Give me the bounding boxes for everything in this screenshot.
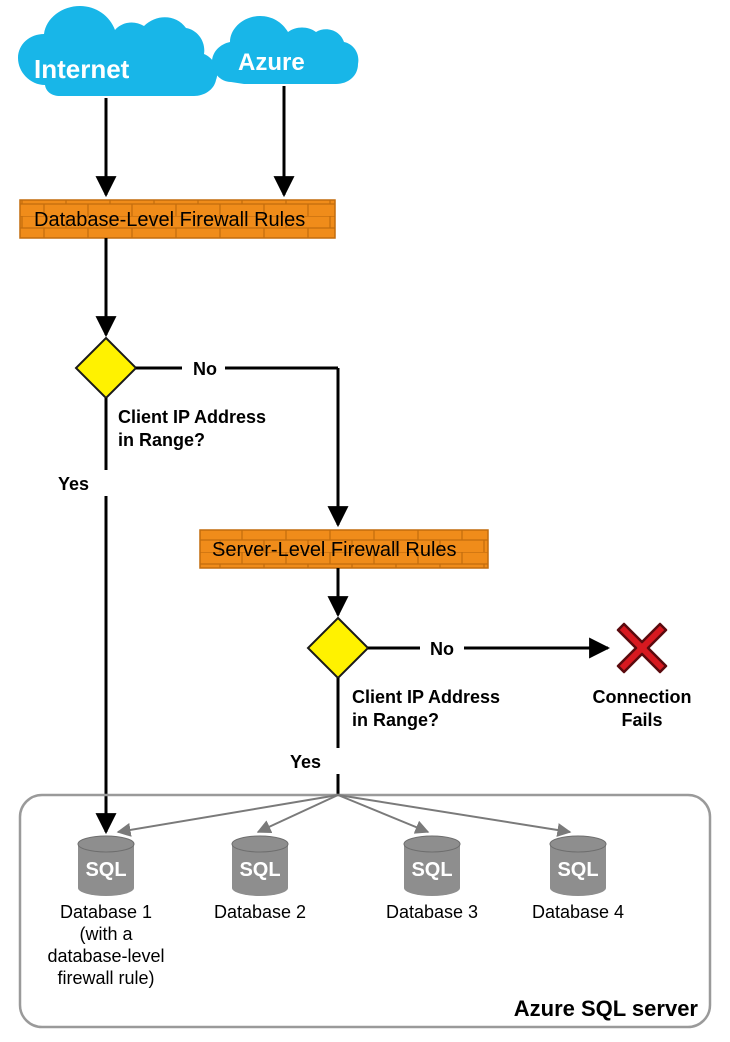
decision1-question-line1: Client IP Address: [118, 407, 266, 427]
decision1-no-label: No: [193, 359, 217, 379]
decision2-yes-label: Yes: [290, 752, 321, 772]
svg-text:SQL: SQL: [411, 859, 452, 881]
arrow-fan-db1: [118, 795, 338, 832]
svg-text:Database-Level Firewall Rules: Database-Level Firewall Rules: [34, 209, 305, 231]
cloud-internet: Internet: [18, 6, 217, 96]
arrow-fan-db4: [338, 795, 570, 832]
cloud-internet-label: Internet: [34, 54, 130, 84]
cloud-azure: Azure: [212, 16, 358, 84]
database-1-label-line3: database-level: [47, 946, 164, 966]
cloud-azure-label: Azure: [238, 49, 305, 76]
database-4-icon: SQL: [550, 836, 606, 896]
decision1-diamond: [76, 338, 136, 398]
fail-x-icon: [618, 624, 666, 672]
decision2-no-label: No: [430, 639, 454, 659]
database-2-icon: SQL: [232, 836, 288, 896]
arrow-fan-db2: [258, 795, 338, 832]
svg-text:SQL: SQL: [85, 859, 126, 881]
database-2-label: Database 2: [214, 902, 306, 922]
decision1-yes-label: Yes: [58, 474, 89, 494]
svg-text:SQL: SQL: [557, 859, 598, 881]
decision1-question-line2: in Range?: [118, 430, 205, 450]
server-level-firewall-rules: Server-Level Firewall Rules: [200, 530, 488, 568]
database-1-label-line2: (with a: [79, 924, 133, 944]
svg-text:SQL: SQL: [239, 859, 280, 881]
fail-label-line2: Fails: [621, 710, 662, 730]
database-1-label-line1: Database 1: [60, 902, 152, 922]
database-1-label-line4: firewall rule): [57, 968, 154, 988]
database-3-label: Database 3: [386, 902, 478, 922]
arrow-fan-db3: [338, 795, 428, 832]
svg-text:Server-Level Firewall Rules: Server-Level Firewall Rules: [212, 539, 457, 561]
decision2-question-line1: Client IP Address: [352, 687, 500, 707]
decision2-diamond: [308, 618, 368, 678]
fail-label-line1: Connection: [593, 687, 692, 707]
azure-sql-server-title: Azure SQL server: [514, 996, 699, 1021]
database-4-label: Database 4: [532, 902, 624, 922]
database-level-firewall-rules: Database-Level Firewall Rules: [20, 200, 335, 238]
decision2-question-line2: in Range?: [352, 710, 439, 730]
database-3-icon: SQL: [404, 836, 460, 896]
database-1-icon: SQL: [78, 836, 134, 896]
